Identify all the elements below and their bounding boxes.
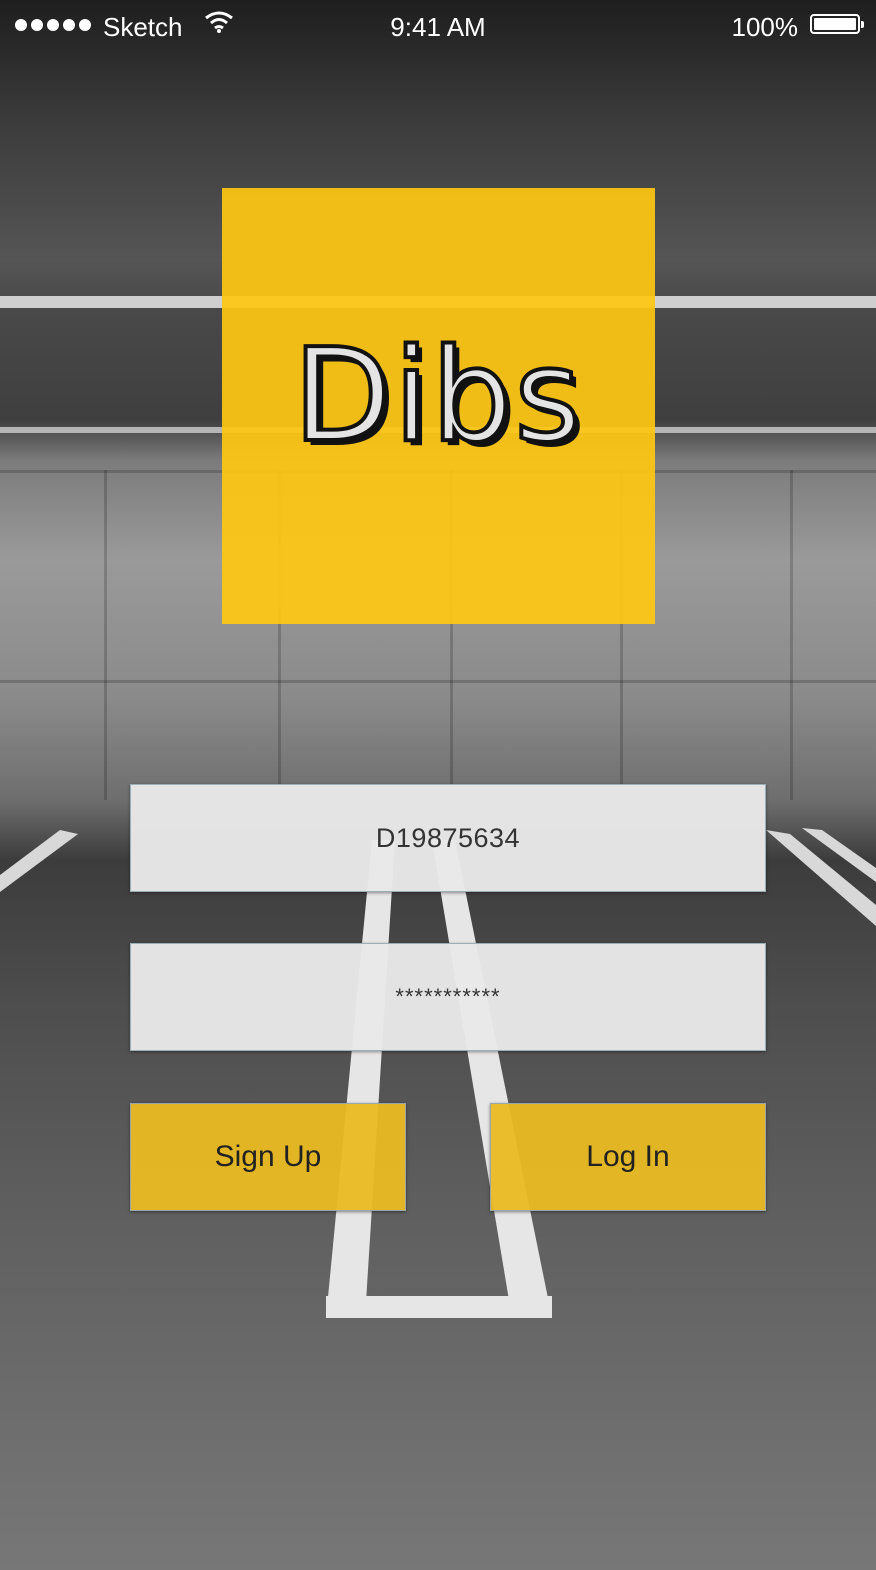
log-in-button[interactable]: Log In xyxy=(490,1103,766,1211)
password-field[interactable]: *********** xyxy=(130,943,766,1051)
app-logo-text: Dibs xyxy=(291,320,584,473)
username-field[interactable]: D19875634 xyxy=(130,784,766,892)
battery-percent: 100% xyxy=(731,12,799,42)
battery-icon xyxy=(810,14,864,34)
status-bar: Sketch 9:41 AM 100% xyxy=(0,0,876,54)
sign-up-button[interactable]: Sign Up xyxy=(130,1103,406,1211)
